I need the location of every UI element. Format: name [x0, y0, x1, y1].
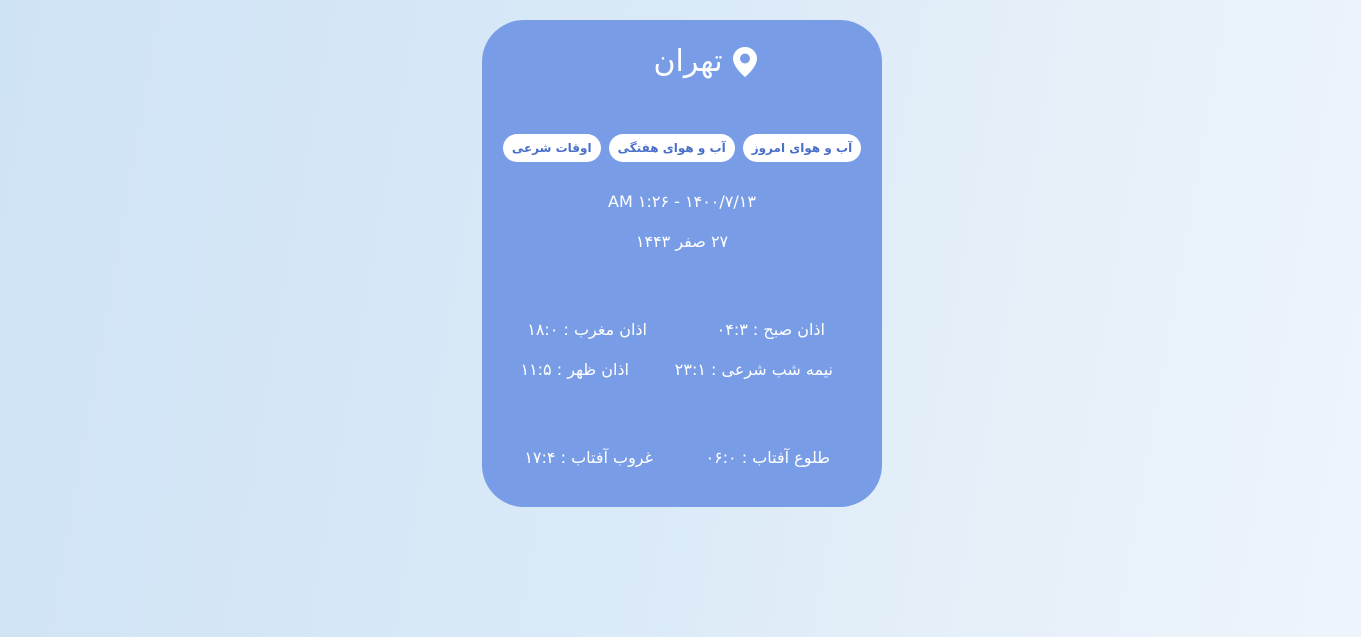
lunar-date: ۲۷ صفر ۱۴۴۳: [635, 232, 729, 251]
tab-bar: آب و هوای امروز آب و هوای هفتگی اوقات شر…: [482, 134, 882, 162]
dhuhr-time: اذان ظهر : ۱۱:۵: [520, 360, 629, 379]
sunset-time: غروب آفتاب : ۱۷:۴: [524, 448, 653, 467]
solar-date-time: ۱۴۰۰/۷/۱۳ - ۱:۲۶ AM: [608, 192, 756, 211]
prayer-times-card: تهران آب و هوای امروز آب و هوای هفتگی او…: [482, 20, 882, 507]
city-name: تهران: [653, 44, 723, 79]
tab-prayer-times[interactable]: اوقات شرعی: [502, 134, 601, 162]
tab-today-weather[interactable]: آب و هوای امروز: [742, 134, 862, 162]
maghrib-time: اذان مغرب : ۱۸:۰: [527, 320, 647, 339]
midnight-time: نیمه شب شرعی : ۲۳:۱: [674, 360, 833, 379]
fajr-time: اذان صبح : ۰۴:۳: [716, 320, 825, 339]
tab-weekly-weather[interactable]: آب و هوای هفتگی: [608, 134, 735, 162]
sunrise-time: طلوع آفتاب : ۰۶:۰: [705, 448, 830, 467]
city-header: تهران: [482, 42, 882, 82]
location-pin-icon: [732, 47, 757, 77]
